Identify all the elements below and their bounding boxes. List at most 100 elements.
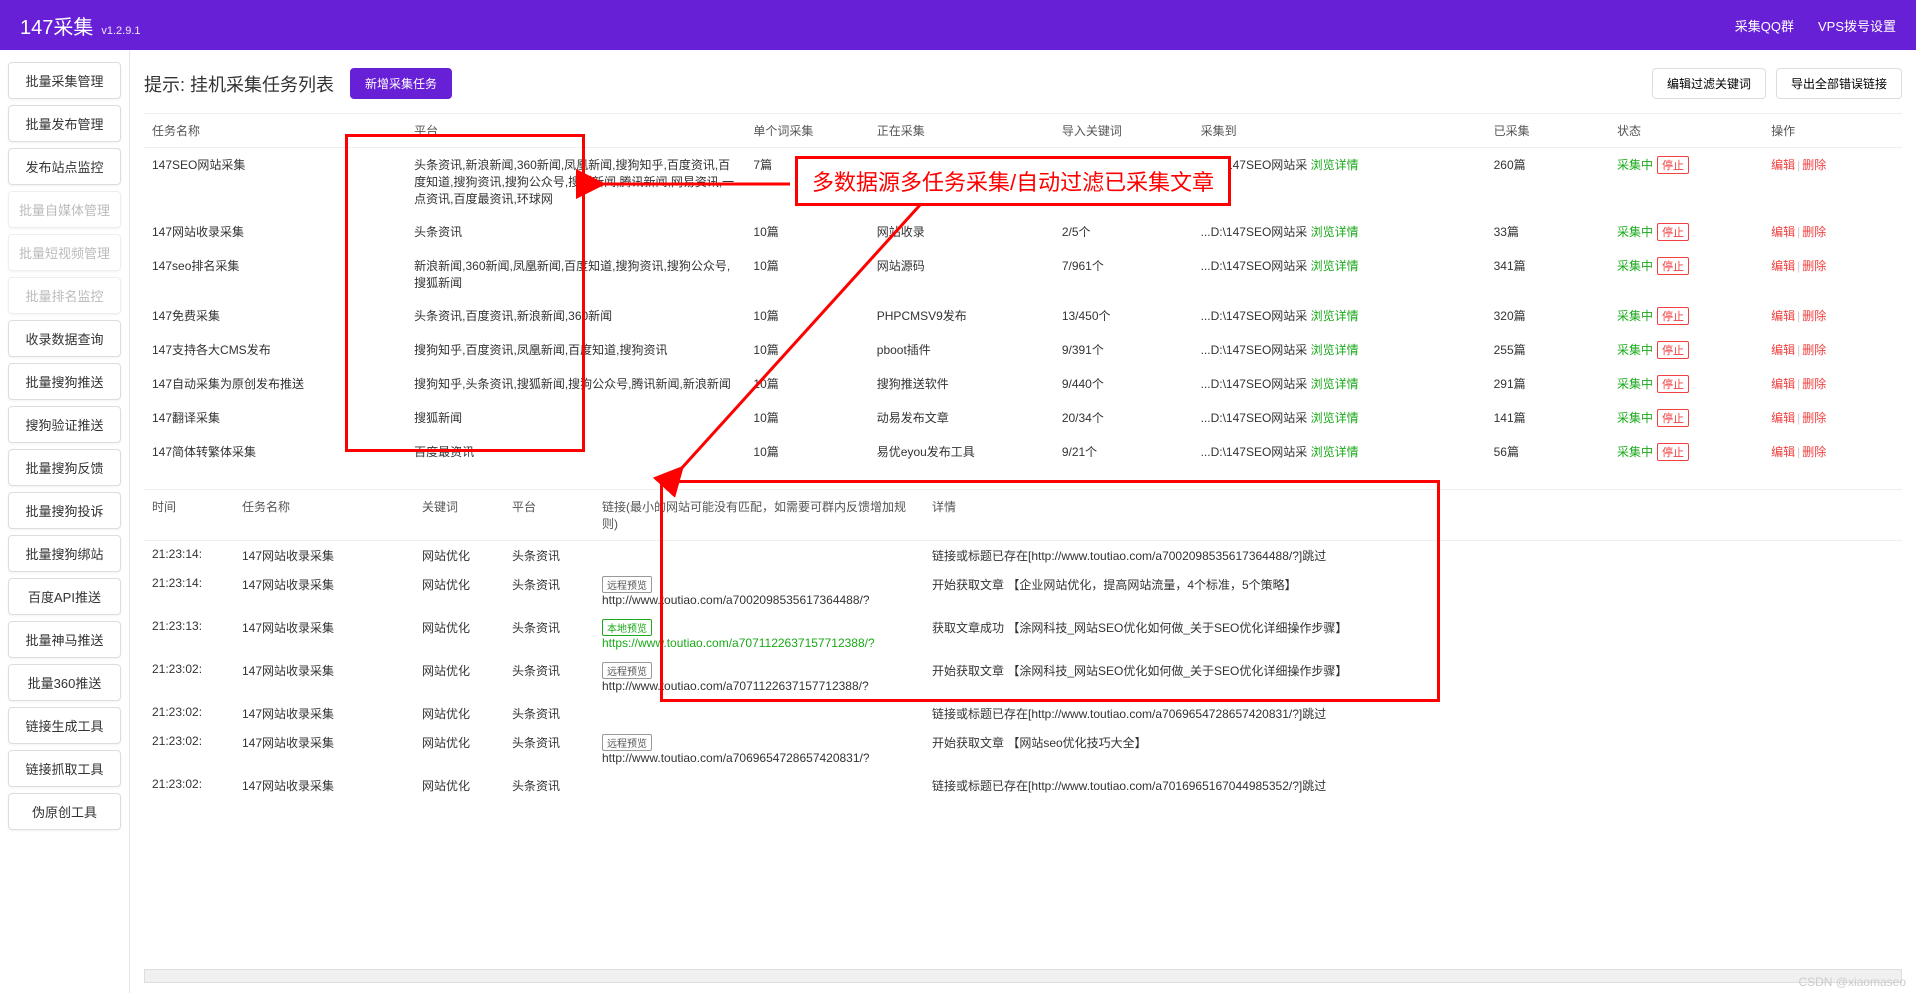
log-url[interactable]: http://www.toutiao.com/a7071122637157712… [602,679,869,693]
sidebar-item-3: 批量自媒体管理 [8,191,121,228]
cell-imported: 13/450个 [1054,299,1193,333]
cell-imported: 7/961个 [1054,249,1193,299]
sidebar-item-2[interactable]: 发布站点监控 [8,148,121,185]
delete-button[interactable]: 删除 [1802,158,1826,172]
cell-collect-to: ...D:\147SEO网站采 浏览详情 [1193,435,1486,469]
delete-button[interactable]: 删除 [1802,445,1826,459]
sidebar-item-16[interactable]: 链接抓取工具 [8,750,121,787]
delete-button[interactable]: 删除 [1802,225,1826,239]
sidebar-item-14[interactable]: 批量360推送 [8,664,121,701]
edit-button[interactable]: 编辑 [1771,343,1795,357]
edit-button[interactable]: 编辑 [1771,377,1795,391]
cell-keyword: 网站优化 [414,656,504,699]
delete-button[interactable]: 删除 [1802,259,1826,273]
browse-detail-link[interactable]: 浏览详情 [1311,445,1359,459]
stop-button[interactable]: 停止 [1657,443,1689,461]
stop-button[interactable]: 停止 [1657,257,1689,275]
browse-detail-link[interactable]: 浏览详情 [1311,158,1359,172]
sidebar-item-0[interactable]: 批量采集管理 [8,62,121,99]
log-url[interactable]: http://www.toutiao.com/a7002098535617364… [602,593,870,607]
remote-preview-badge[interactable]: 远程预览 [602,662,652,679]
cell-collecting: 网站收录 [869,215,1054,249]
stop-button[interactable]: 停止 [1657,156,1689,174]
cell-platform: 搜狗知乎,百度资讯,凤凰新闻,百度知道,搜狗资讯 [406,333,745,367]
remote-preview-badge[interactable]: 远程预览 [602,734,652,751]
cell-imported: 20/34个 [1054,401,1193,435]
status-collecting: 采集中 [1617,445,1653,459]
sidebar-item-11[interactable]: 批量搜狗绑站 [8,535,121,572]
browse-detail-link[interactable]: 浏览详情 [1311,343,1359,357]
cell-detail: 开始获取文章 【网站seo优化技巧大全】 [924,728,1902,771]
sidebar-item-12[interactable]: 百度API推送 [8,578,121,615]
cell-link: 本地预览https://www.toutiao.com/a70711226371… [594,613,924,656]
edit-button[interactable]: 编辑 [1771,158,1795,172]
log-url[interactable]: https://www.toutiao.com/a707112263715771… [602,636,875,650]
task-row: 147SEO网站采集头条资讯,新浪新闻,360新闻,凤凰新闻,搜狗知乎,百度资讯… [144,148,1902,216]
stop-button[interactable]: 停止 [1657,409,1689,427]
stop-button[interactable]: 停止 [1657,375,1689,393]
header-right: 采集QQ群 VPS拨号设置 [1735,16,1896,35]
new-task-button[interactable]: 新增采集任务 [350,68,452,99]
edit-button[interactable]: 编辑 [1771,309,1795,323]
edit-button[interactable]: 编辑 [1771,259,1795,273]
remote-preview-badge[interactable]: 远程预览 [602,576,652,593]
sidebar-item-15[interactable]: 链接生成工具 [8,707,121,744]
cell-collected: 141篇 [1486,401,1609,435]
delete-button[interactable]: 删除 [1802,377,1826,391]
col-status: 状态 [1609,114,1763,148]
status-collecting: 采集中 [1617,411,1653,425]
sidebar-item-1[interactable]: 批量发布管理 [8,105,121,142]
log-url[interactable]: http://www.toutiao.com/a7069654728657420… [602,751,870,765]
col-ops: 操作 [1763,114,1902,148]
stop-button[interactable]: 停止 [1657,307,1689,325]
cell-name: 147自动采集为原创发布推送 [144,367,406,401]
sidebar-item-9[interactable]: 批量搜狗反馈 [8,449,121,486]
cell-single: 10篇 [745,401,868,435]
local-preview-badge[interactable]: 本地预览 [602,619,652,636]
log-row: 21:23:02:147网站收录采集网站优化头条资讯远程预览http://www… [144,728,1902,771]
edit-button[interactable]: 编辑 [1771,411,1795,425]
cell-collected: 291篇 [1486,367,1609,401]
sidebar-item-6[interactable]: 收录数据查询 [8,320,121,357]
browse-detail-link[interactable]: 浏览详情 [1311,225,1359,239]
cell-ops: 编辑|删除 [1763,299,1902,333]
cell-time: 21:23:02: [144,771,234,800]
browse-detail-link[interactable]: 浏览详情 [1311,259,1359,273]
cell-collected: 320篇 [1486,299,1609,333]
sidebar-item-13[interactable]: 批量神马推送 [8,621,121,658]
delete-button[interactable]: 删除 [1802,343,1826,357]
sidebar-item-17[interactable]: 伪原创工具 [8,793,121,830]
page-title: 提示: 挂机采集任务列表 [144,71,334,97]
cell-time: 21:23:14: [144,541,234,571]
browse-detail-link[interactable]: 浏览详情 [1311,377,1359,391]
edit-filter-button[interactable]: 编辑过滤关键词 [1652,68,1766,99]
link-vps-settings[interactable]: VPS拨号设置 [1818,16,1896,35]
cell-platform: 头条资讯 [504,541,594,571]
app-header: 147采集 v1.2.9.1 采集QQ群 VPS拨号设置 [0,0,1916,50]
main-content: 多数据源多任务采集/自动过滤已采集文章 提示: 挂机采集任务列表 新增采集任务 … [130,50,1916,993]
cell-collect-to: ...D:\147SEO网站采 浏览详情 [1193,249,1486,299]
log-row: 21:23:02:147网站收录采集网站优化头条资讯链接或标题已存在[http:… [144,771,1902,800]
stop-button[interactable]: 停止 [1657,341,1689,359]
sidebar-item-8[interactable]: 搜狗验证推送 [8,406,121,443]
export-errors-button[interactable]: 导出全部错误链接 [1776,68,1902,99]
delete-button[interactable]: 删除 [1802,411,1826,425]
cell-collected: 260篇 [1486,148,1609,216]
delete-button[interactable]: 删除 [1802,309,1826,323]
edit-button[interactable]: 编辑 [1771,225,1795,239]
cell-platform: 新浪新闻,360新闻,凤凰新闻,百度知道,搜狗资讯,搜狗公众号,搜狐新闻 [406,249,745,299]
sidebar-item-5: 批量排名监控 [8,277,121,314]
horizontal-scrollbar[interactable] [144,969,1902,983]
sidebar-item-10[interactable]: 批量搜狗投诉 [8,492,121,529]
log-row: 21:23:02:147网站收录采集网站优化头条资讯链接或标题已存在[http:… [144,699,1902,728]
browse-detail-link[interactable]: 浏览详情 [1311,411,1359,425]
cell-time: 21:23:02: [144,656,234,699]
cell-status: 采集中停止 [1609,148,1763,216]
sidebar-item-4: 批量短视频管理 [8,234,121,271]
stop-button[interactable]: 停止 [1657,223,1689,241]
link-qq-group[interactable]: 采集QQ群 [1735,16,1794,35]
cell-link [594,699,924,728]
edit-button[interactable]: 编辑 [1771,445,1795,459]
sidebar-item-7[interactable]: 批量搜狗推送 [8,363,121,400]
browse-detail-link[interactable]: 浏览详情 [1311,309,1359,323]
